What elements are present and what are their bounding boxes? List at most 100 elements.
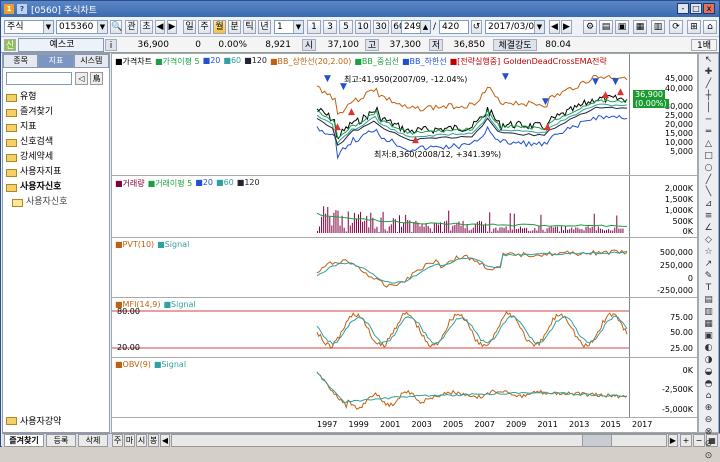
tab-분[interactable]: 분 <box>228 20 241 34</box>
draw-tool-16-icon[interactable]: ☆ <box>701 247 716 258</box>
bottom-tab-3[interactable]: 시 <box>136 434 147 447</box>
draw-tool-11-icon[interactable]: ╲ <box>701 187 716 198</box>
draw-tool-2-icon[interactable]: ╱ <box>701 79 716 90</box>
volume-chart-svg[interactable] <box>112 176 629 236</box>
tab-월[interactable]: 월 <box>213 20 226 34</box>
help-icon[interactable]: ? <box>17 4 27 14</box>
obv-pane[interactable]: ■OBV(9) ■Signal 0K -2,500K -5,000K <box>112 358 697 418</box>
quick-1[interactable]: 1 <box>307 20 321 34</box>
draw-tool-18-icon[interactable]: ✎ <box>701 271 716 282</box>
bottom-tab-1[interactable]: 주 <box>112 434 123 447</box>
draw-tool-5-icon[interactable]: ─ <box>701 115 716 126</box>
draw-tool-29-icon[interactable]: ⊕ <box>701 403 716 414</box>
draw-tool-26-icon[interactable]: ◒ <box>701 367 716 378</box>
info-button[interactable]: i <box>105 39 117 51</box>
layout-icon[interactable]: ▥ <box>651 20 665 34</box>
quick-5[interactable]: 5 <box>339 20 353 34</box>
draw-tool-22-icon[interactable]: ▦ <box>701 319 716 330</box>
tree-item-indicator[interactable]: 지표 <box>6 120 109 135</box>
draw-tool-15-icon[interactable]: ◇ <box>701 235 716 246</box>
scroll-right-icon[interactable]: ▶ <box>668 434 678 447</box>
mfi-pane[interactable]: ■MFI(14,9) ■Signal 80.00 20.00 75.00 50.… <box>112 298 697 358</box>
print-icon[interactable]: ▤ <box>599 20 613 34</box>
quick-30[interactable]: 30 <box>373 20 389 34</box>
tree-item-favorites[interactable]: 즐겨찾기 <box>6 105 109 120</box>
draw-tool-12-icon[interactable]: ⊿ <box>701 199 716 210</box>
quick-3[interactable]: 3 <box>323 20 337 34</box>
draw-tool-7-icon[interactable]: △ <box>701 139 716 150</box>
save-icon[interactable]: ▣ <box>615 20 629 34</box>
prev-arrow-icon[interactable]: ◀ <box>155 20 165 34</box>
next-arrow-icon[interactable]: ▶ <box>167 20 177 34</box>
tab-주[interactable]: 주 <box>198 20 211 34</box>
code-input[interactable]: 015360 ▼ <box>56 20 108 34</box>
tab-틱[interactable]: 틱 <box>243 20 256 34</box>
draw-tool-33-icon[interactable]: ⊙ <box>701 451 716 462</box>
stepper-icon[interactable]: ▲ <box>420 21 430 33</box>
draw-tool-8-icon[interactable]: □ <box>701 151 716 162</box>
chevron-down-icon[interactable]: ▼ <box>534 21 544 33</box>
volume-pane[interactable]: ■거래량 ■거래이평 5 ■20 ■60 ■120 2,000K 1,500K … <box>112 176 697 238</box>
obv-chart-svg[interactable] <box>112 358 629 418</box>
draw-tool-13-icon[interactable]: ≡ <box>701 211 716 222</box>
refresh-icon[interactable]: ⟳ <box>669 20 683 34</box>
tab-delete[interactable]: 삭제 <box>78 434 108 447</box>
grid-icon[interactable]: ▦ <box>633 20 647 34</box>
bottom-tab-4[interactable]: 봉 <box>148 434 159 447</box>
tab-일[interactable]: 일 <box>183 20 196 34</box>
chevron-down-icon[interactable]: ▼ <box>293 21 303 33</box>
tree-item-type[interactable]: 유형 <box>6 90 109 105</box>
maximize-button[interactable]: □ <box>690 3 702 14</box>
tab-초[interactable]: 초 <box>140 20 153 34</box>
search-back-icon[interactable]: ◁ <box>75 72 88 85</box>
draw-tool-3-icon[interactable]: ┼ <box>701 91 716 102</box>
draw-tool-25-icon[interactable]: ◑ <box>701 355 716 366</box>
draw-tool-4-icon[interactable]: │ <box>701 103 716 114</box>
draw-tool-17-icon[interactable]: ↗ <box>701 259 716 270</box>
draw-tool-1-icon[interactable]: ✚ <box>701 67 716 78</box>
chevron-down-icon[interactable]: ▼ <box>43 21 53 33</box>
draw-tool-0-icon[interactable]: ↖ <box>701 55 716 66</box>
tab-관[interactable]: 관 <box>125 20 138 34</box>
nav-prev-icon[interactable]: ◀ <box>549 20 560 34</box>
pvt-chart-svg[interactable] <box>112 238 629 298</box>
minimize-button[interactable]: - <box>677 3 689 14</box>
mfi-chart-svg[interactable] <box>112 298 629 358</box>
draw-tool-31-icon[interactable]: ⊗ <box>701 427 716 438</box>
nav-next-icon[interactable]: ▶ <box>561 20 572 34</box>
tab-년[interactable]: 년 <box>258 20 271 34</box>
draw-tool-20-icon[interactable]: ▤ <box>701 295 716 306</box>
market-select[interactable]: 주식 ▼ <box>4 20 54 34</box>
date-select[interactable]: 2017/03/07 ▼ <box>485 20 545 34</box>
scroll-left-icon[interactable]: ◀ <box>160 434 170 447</box>
tab-system[interactable]: 시스템 <box>73 54 109 68</box>
link-icon[interactable]: ⊞ <box>687 20 701 34</box>
settings-icon[interactable]: ⚙ <box>583 20 597 34</box>
tab-favorites[interactable]: 즐겨찾기 <box>4 434 44 447</box>
tab-indicator[interactable]: 지표 <box>38 54 74 68</box>
zoom-in-icon[interactable]: + <box>680 434 692 447</box>
lock-icon[interactable]: ⌂ <box>703 20 717 34</box>
draw-tool-27-icon[interactable]: ◓ <box>701 379 716 390</box>
tab-register[interactable]: 등록 <box>46 434 76 447</box>
tab-stock[interactable]: 종목 <box>3 54 39 68</box>
draw-tool-10-icon[interactable]: ╱ <box>701 175 716 186</box>
quick-10[interactable]: 10 <box>355 20 371 34</box>
draw-tool-23-icon[interactable]: ▣ <box>701 331 716 342</box>
search-options-icon[interactable]: 鳥 <box>90 72 103 85</box>
reset-icon[interactable]: ↺ <box>471 20 482 34</box>
draw-tool-14-icon[interactable]: ∠ <box>701 223 716 234</box>
tree-item-user-signal-child[interactable]: 사용자신호 <box>6 195 109 210</box>
interval-select[interactable]: 1 ▼ <box>274 20 304 34</box>
pvt-pane[interactable]: ■PVT(10) ■Signal 500,000 250,000 0 -250,… <box>112 238 697 298</box>
tree-item-strength[interactable]: 강세약세 <box>6 150 109 165</box>
draw-tool-19-icon[interactable]: T <box>701 283 716 294</box>
tree-item-user-signal[interactable]: 사용자신호 <box>6 180 109 195</box>
bottom-tab-2[interactable]: 마 <box>124 434 135 447</box>
draw-tool-28-icon[interactable]: ⌂ <box>701 391 716 402</box>
indicator-search-input[interactable] <box>6 72 72 85</box>
close-button[interactable]: x <box>703 3 715 14</box>
price-pane[interactable]: ■가격차트 ■가격이평 5 ■20 ■60 ■120 ■BB_상한선(20,2.… <box>112 54 697 176</box>
draw-tool-30-icon[interactable]: ⊖ <box>701 415 716 426</box>
scroll-thumb[interactable] <box>582 434 612 447</box>
